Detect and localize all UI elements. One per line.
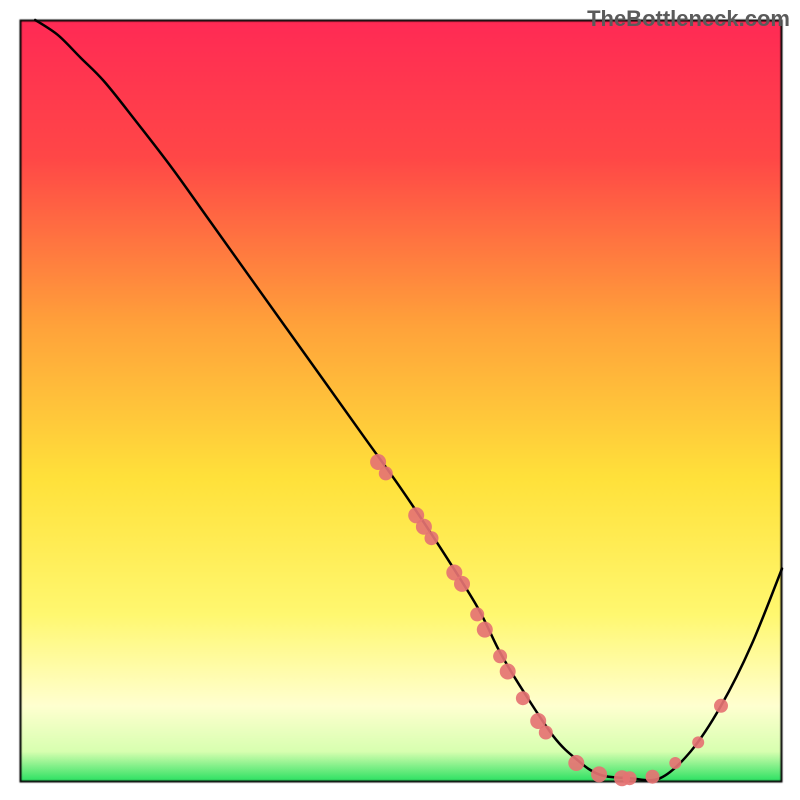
chart-container: TheBottleneck.com [0, 0, 800, 800]
gradient-background [0, 0, 800, 800]
watermark-text: TheBottleneck.com [587, 6, 790, 32]
